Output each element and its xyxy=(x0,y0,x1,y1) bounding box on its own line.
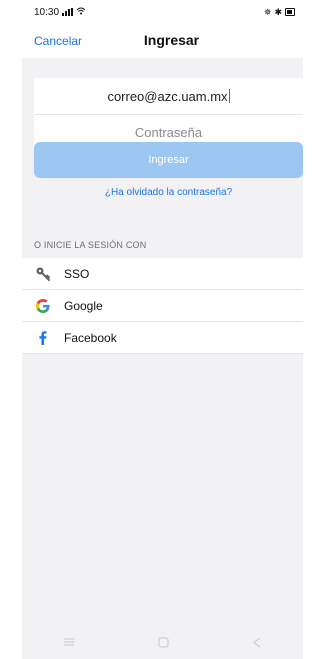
sso-label: SSO xyxy=(64,266,90,281)
left-edge xyxy=(0,0,22,659)
signal-icon xyxy=(62,8,74,16)
home-icon[interactable] xyxy=(158,637,169,651)
back-icon[interactable] xyxy=(252,637,262,651)
email-value: correo@azc.uam.mx xyxy=(107,88,228,104)
email-field[interactable]: correo@azc.uam.mx xyxy=(34,78,303,114)
nav-bar: Cancelar Ingresar xyxy=(0,24,303,58)
status-bar: 10:30 ✵ ✱ xyxy=(0,0,303,24)
menu-icon[interactable] xyxy=(63,637,75,650)
key-icon xyxy=(34,265,52,283)
forgot-password-link[interactable]: ¿Ha olvidado la contraseña? xyxy=(34,187,303,198)
social-section-label: O INICIE LA SESIÓN CON xyxy=(34,240,147,250)
sso-login-item[interactable]: SSO xyxy=(22,258,303,290)
google-icon xyxy=(34,297,52,315)
google-label: Google xyxy=(64,298,103,313)
vibrate-icon: ✵ xyxy=(263,6,272,17)
battery-icon xyxy=(285,8,295,16)
login-form: correo@azc.uam.mx Contraseña xyxy=(34,78,303,150)
social-login-list: SSO Google Facebook xyxy=(22,258,303,354)
page-title: Ingresar xyxy=(143,32,200,48)
facebook-icon xyxy=(34,329,52,347)
password-placeholder: Contraseña xyxy=(134,125,203,140)
screen: 10:30 ✵ ✱ Cancelar Ingresar correo@azc.u… xyxy=(0,0,303,659)
status-time: 10:30 xyxy=(34,6,60,18)
bluetooth-icon: ✱ xyxy=(274,6,282,17)
system-nav-bar xyxy=(22,628,303,659)
wifi-icon xyxy=(76,7,86,17)
facebook-login-item[interactable]: Facebook xyxy=(22,322,303,354)
login-button[interactable]: Ingresar xyxy=(34,142,303,178)
facebook-label: Facebook xyxy=(64,330,117,345)
google-login-item[interactable]: Google xyxy=(22,290,303,322)
text-caret xyxy=(228,89,230,103)
